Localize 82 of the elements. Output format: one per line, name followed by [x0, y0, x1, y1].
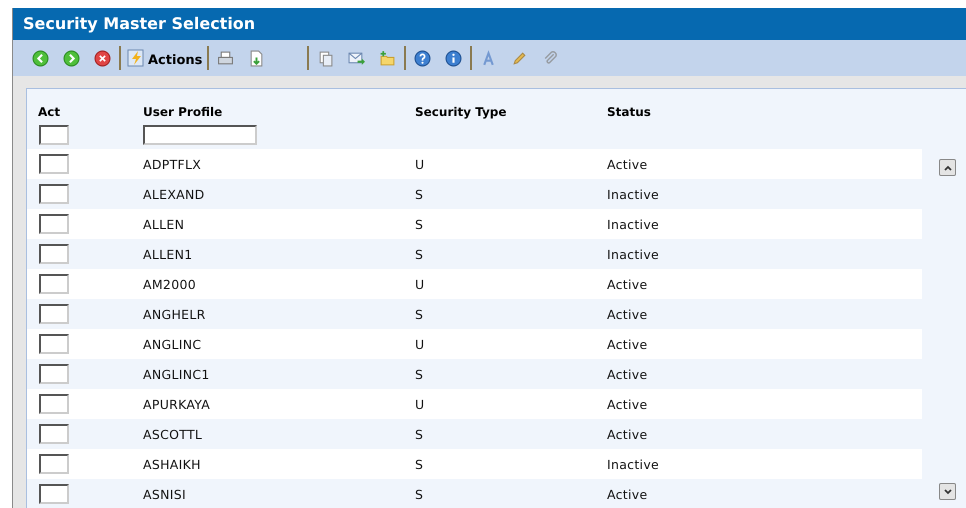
table-cell-text: U	[415, 156, 426, 172]
row-checkbox[interactable]	[39, 364, 69, 384]
table-cell-text: S	[415, 246, 424, 262]
table-cell-text: S	[415, 186, 424, 202]
filter-checkbox[interactable]	[39, 125, 69, 145]
table-cell-text: U	[415, 336, 426, 352]
table-cell-text: Inactive	[607, 246, 660, 262]
table-cell-text: Active	[607, 426, 648, 442]
table-row[interactable]: ALLEN1 S Inactive	[27, 239, 922, 269]
table-cell-text: ALEXAND	[143, 186, 206, 202]
table-cell-text: ANGLINC1	[143, 366, 211, 382]
download-icon[interactable]	[248, 50, 266, 66]
table-cell-text: ASNISI	[143, 486, 187, 502]
scroll-up-button[interactable]	[939, 159, 956, 176]
table-cell-text: ALLEN	[143, 216, 186, 232]
table-cell-text: ASHAIKH	[143, 456, 202, 472]
table-cell-text: Active	[607, 486, 648, 502]
table-row[interactable]: ALEXAND S Inactive	[27, 179, 922, 209]
table-row[interactable]: ASHAIKH S Inactive	[27, 449, 922, 479]
table-row[interactable]: ALLEN S Inactive	[27, 209, 922, 239]
table-row[interactable]: AM2000 U Active	[27, 269, 922, 299]
actions-button[interactable]: Actions	[124, 48, 204, 68]
table-cell-text: Active	[607, 336, 648, 352]
table-cell-text: S	[415, 456, 424, 472]
table-cell-text: APURKAYA	[143, 396, 212, 412]
column-header: Security Type	[415, 105, 508, 121]
table-cell-text: S	[415, 366, 424, 382]
table-cell-text: Inactive	[607, 216, 660, 232]
caret-down-icon	[942, 486, 952, 496]
table-row[interactable]: ASNISI S Active	[27, 479, 922, 508]
table-row[interactable]: ADPTFLX U Active	[27, 149, 922, 179]
table-cell-text: ASCOTTL	[143, 426, 204, 442]
table-cell-text: Active	[607, 396, 648, 412]
back-icon[interactable]	[32, 50, 49, 66]
table-cell-text: Active	[607, 276, 648, 292]
table-cell-text: ADPTFLX	[143, 156, 202, 172]
row-checkbox[interactable]	[39, 244, 69, 264]
close-icon[interactable]	[94, 50, 111, 66]
copy-icon[interactable]	[317, 50, 334, 66]
table-cell-text: Inactive	[607, 186, 660, 202]
table-cell-text: S	[415, 426, 424, 442]
window-title: Security Master Selection	[13, 8, 966, 40]
table-row[interactable]: APURKAYA U Active	[27, 389, 922, 419]
row-checkbox[interactable]	[39, 184, 69, 204]
table-cell-text: S	[415, 306, 424, 322]
table-row[interactable]: ANGHELR S Active	[27, 299, 922, 329]
column-header: Act	[37, 105, 62, 121]
row-checkbox[interactable]	[39, 454, 69, 474]
user-profile-filter-field[interactable]	[143, 125, 257, 146]
row-checkbox[interactable]	[39, 304, 69, 324]
table-cell-text: S	[415, 486, 424, 502]
table-cell-text: ANGLINC	[143, 336, 202, 352]
table-cell-text: Active	[607, 306, 648, 322]
row-checkbox[interactable]	[39, 484, 69, 504]
table-cell-text: AM2000	[143, 276, 197, 292]
table-cell-text: U	[415, 396, 426, 412]
row-checkbox[interactable]	[39, 424, 69, 444]
row-checkbox[interactable]	[39, 394, 69, 414]
table-row[interactable]: ANGLINC1 S Active	[27, 359, 922, 389]
column-header: User Profile	[143, 105, 224, 121]
table-cell-text: ANGHELR	[143, 306, 207, 322]
row-checkbox[interactable]	[39, 154, 69, 174]
column-header: Status	[607, 105, 652, 121]
table-cell-text: ALLEN1	[143, 246, 194, 262]
table-cell-text: Active	[607, 366, 648, 382]
printer-icon[interactable]	[217, 50, 234, 66]
scroll-down-button[interactable]	[939, 483, 956, 500]
help-icon[interactable]	[414, 50, 432, 66]
lightning-icon	[126, 48, 146, 68]
paperclip-icon[interactable]	[542, 50, 560, 66]
mail-icon[interactable]	[348, 50, 366, 66]
table-cell-text: Inactive	[607, 456, 660, 472]
row-checkbox[interactable]	[39, 214, 69, 234]
forward-icon[interactable]	[63, 50, 80, 66]
row-checkbox[interactable]	[39, 334, 69, 354]
table-row[interactable]: ASCOTTL S Active	[27, 419, 922, 449]
table-row[interactable]: ANGLINC U Active	[27, 329, 922, 359]
table-cell-text: S	[415, 216, 424, 232]
info-icon[interactable]	[445, 50, 462, 66]
table-cell-text: U	[415, 276, 426, 292]
table-cell-text: Active	[607, 156, 648, 172]
row-checkbox[interactable]	[39, 274, 69, 294]
